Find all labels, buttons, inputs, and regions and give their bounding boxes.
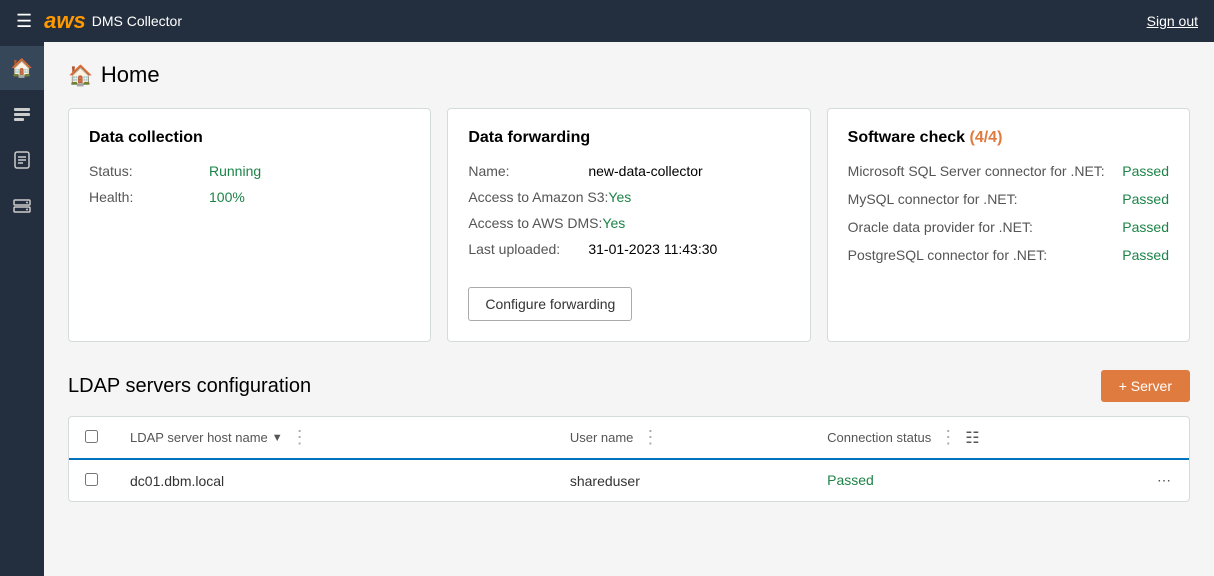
sw-check-row: MySQL connector for .NET: Passed — [848, 191, 1169, 207]
sort-arrow-icon: ▼ — [272, 432, 283, 444]
name-row: Name: new-data-collector — [468, 163, 789, 179]
sw-check-status: Passed — [1122, 219, 1169, 235]
topnav-left: ☰ aws DMS Collector — [16, 8, 182, 34]
col-connection-status: Connection status ⋮ ☷ — [811, 417, 1189, 459]
software-check-rows: Microsoft SQL Server connector for .NET:… — [848, 163, 1169, 263]
aws-logo: aws DMS Collector — [44, 8, 182, 34]
col-list-icon[interactable]: ☷ — [965, 428, 979, 448]
ldap-table-container: LDAP server host name ▼ ⋮ User name ⋮ — [68, 416, 1190, 502]
sw-check-label: Microsoft SQL Server connector for .NET: — [848, 163, 1105, 179]
dms-label: Access to AWS DMS: — [468, 215, 602, 231]
col-separator-2: ⋮ — [637, 427, 663, 448]
col-host-name: LDAP server host name ▼ ⋮ — [114, 417, 554, 459]
page-title: 🏠 Home — [68, 62, 1190, 88]
row-username: shareduser — [554, 459, 811, 501]
last-uploaded-label: Last uploaded: — [468, 241, 588, 257]
name-label: Name: — [468, 163, 588, 179]
table-row: dc01.dbm.local shareduser Passed ⋯ — [69, 459, 1189, 501]
col-separator-3: ⋮ — [935, 427, 961, 448]
sw-check-label: MySQL connector for .NET: — [848, 191, 1018, 207]
col-username: User name ⋮ — [554, 417, 811, 459]
topnav-right: Sign out — [1147, 13, 1198, 29]
sw-check-status: Passed — [1122, 247, 1169, 263]
health-value: 100% — [209, 189, 245, 205]
row-connection-status: Passed ⋯ — [811, 459, 1189, 501]
sidebar: 🏠 — [0, 42, 44, 576]
sw-check-label: PostgreSQL connector for .NET: — [848, 247, 1047, 263]
sw-check-status: Passed — [1122, 191, 1169, 207]
sw-check-label: Oracle data provider for .NET: — [848, 219, 1033, 235]
sw-check-row: Oracle data provider for .NET: Passed — [848, 219, 1169, 235]
health-label: Health: — [89, 189, 209, 205]
app-name: DMS Collector — [92, 13, 182, 29]
sw-check-status: Passed — [1122, 163, 1169, 179]
home-icon: 🏠 — [68, 63, 93, 88]
status-row: Status: Running — [89, 163, 410, 179]
dms-value: Yes — [602, 215, 625, 231]
layout: 🏠 — [0, 42, 1214, 576]
configure-forwarding-button[interactable]: Configure forwarding — [468, 287, 632, 321]
row-actions-icon[interactable]: ⋯ — [1157, 472, 1173, 489]
page-title-text: Home — [101, 62, 160, 88]
last-uploaded-value: 31-01-2023 11:43:30 — [588, 241, 717, 257]
status-label: Status: — [89, 163, 209, 179]
sidebar-item-data[interactable] — [0, 138, 44, 182]
add-server-button[interactable]: + Server — [1101, 370, 1190, 402]
status-value: Running — [209, 163, 261, 179]
data-forwarding-card: Data forwarding Name: new-data-collector… — [447, 108, 810, 342]
data-forwarding-title: Data forwarding — [468, 129, 789, 147]
software-check-count: (4/4) — [970, 129, 1003, 146]
select-all-cell — [69, 417, 114, 459]
ldap-section-header: LDAP servers configuration + Server — [68, 370, 1190, 402]
topnav: ☰ aws DMS Collector Sign out — [0, 0, 1214, 42]
row-host: dc01.dbm.local — [114, 459, 554, 501]
signout-link[interactable]: Sign out — [1147, 13, 1198, 29]
table-header-row: LDAP server host name ▼ ⋮ User name ⋮ — [69, 417, 1189, 459]
sw-check-row: Microsoft SQL Server connector for .NET:… — [848, 163, 1169, 179]
ldap-table: LDAP server host name ▼ ⋮ User name ⋮ — [69, 417, 1189, 501]
row-checkbox[interactable] — [85, 473, 98, 486]
col-separator-1: ⋮ — [287, 427, 313, 448]
s3-row: Access to Amazon S3: Yes — [468, 189, 789, 205]
data-collection-title: Data collection — [89, 129, 410, 147]
row-checkbox-cell — [69, 459, 114, 501]
software-check-title: Software check (4/4) — [848, 129, 1169, 147]
health-row: Health: 100% — [89, 189, 410, 205]
s3-value: Yes — [608, 189, 631, 205]
select-all-checkbox[interactable] — [85, 430, 98, 443]
name-value: new-data-collector — [588, 163, 702, 179]
s3-label: Access to Amazon S3: — [468, 189, 608, 205]
sw-check-row: PostgreSQL connector for .NET: Passed — [848, 247, 1169, 263]
sidebar-item-servers[interactable] — [0, 184, 44, 228]
dms-row: Access to AWS DMS: Yes — [468, 215, 789, 231]
aws-logo-text: aws — [44, 8, 86, 34]
data-collection-card: Data collection Status: Running Health: … — [68, 108, 431, 342]
main-content: 🏠 Home Data collection Status: Running H… — [44, 42, 1214, 576]
sidebar-item-home[interactable]: 🏠 — [0, 46, 44, 90]
ldap-title: LDAP servers configuration — [68, 375, 311, 398]
ldap-table-body: dc01.dbm.local shareduser Passed ⋯ — [69, 459, 1189, 501]
menu-icon[interactable]: ☰ — [16, 11, 32, 32]
cards-row: Data collection Status: Running Health: … — [68, 108, 1190, 342]
sidebar-item-reports[interactable] — [0, 92, 44, 136]
software-check-card: Software check (4/4) Microsoft SQL Serve… — [827, 108, 1190, 342]
last-uploaded-row: Last uploaded: 31-01-2023 11:43:30 — [468, 241, 789, 257]
connection-status-value: Passed — [827, 472, 874, 488]
